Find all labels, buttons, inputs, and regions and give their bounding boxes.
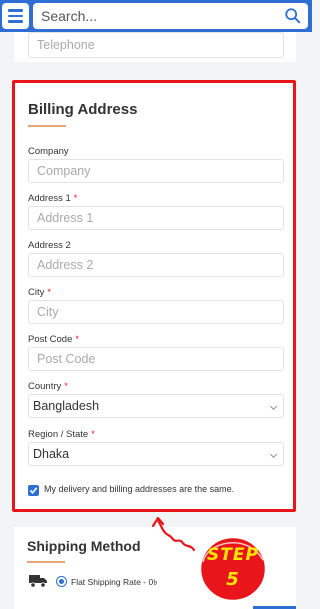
flat-shipping-radio[interactable]	[56, 576, 67, 587]
address2-field[interactable]: Address 2	[28, 253, 284, 277]
address1-placeholder: Address 1	[37, 211, 94, 225]
annotation-arrow-icon	[151, 516, 196, 552]
truck-icon	[29, 575, 47, 588]
required-mark: *	[47, 287, 51, 297]
city-field[interactable]: City	[28, 300, 284, 324]
region-select[interactable]: Dhaka	[28, 442, 284, 466]
billing-title: Billing Address	[28, 101, 138, 118]
telephone-placeholder: Telephone	[37, 38, 95, 52]
flat-shipping-label[interactable]: Flat Shipping Rate - 0৳	[71, 576, 157, 590]
search-input[interactable]: Search...	[33, 3, 308, 29]
step-badge-circle-icon	[198, 535, 268, 603]
required-mark: *	[64, 381, 68, 391]
chevron-down-icon	[269, 405, 278, 411]
step-label: STEP	[207, 545, 259, 565]
company-placeholder: Company	[37, 164, 91, 178]
company-label: Company	[28, 146, 69, 157]
city-label: City *	[28, 287, 51, 298]
address1-label: Address 1 *	[28, 193, 78, 204]
city-placeholder: City	[37, 305, 59, 319]
title-underline	[28, 125, 66, 127]
step-number: 5	[226, 569, 240, 590]
same-address-label[interactable]: My delivery and billing addresses are th…	[44, 484, 234, 494]
title-underline	[27, 561, 65, 563]
country-select[interactable]: Bangladesh	[28, 394, 284, 418]
required-mark: *	[73, 193, 78, 203]
billing-address-card: Billing Address Company Company Address …	[12, 80, 296, 512]
required-mark: *	[91, 429, 95, 439]
search-icon[interactable]	[284, 7, 302, 25]
hamburger-icon	[8, 9, 23, 12]
search-placeholder: Search...	[41, 8, 98, 24]
top-bar: Search...	[0, 0, 312, 32]
region-value: Dhaka	[33, 447, 70, 461]
country-value: Bangladesh	[33, 399, 100, 413]
telephone-field[interactable]: Telephone	[28, 32, 284, 58]
postcode-field[interactable]: Post Code	[28, 347, 284, 371]
checkmark-icon	[29, 487, 38, 494]
required-mark: *	[75, 334, 79, 344]
address1-field[interactable]: Address 1	[28, 206, 284, 230]
country-label: Country *	[28, 381, 68, 392]
postcode-placeholder: Post Code	[37, 352, 96, 366]
region-label: Region / State *	[28, 429, 95, 440]
company-field[interactable]: Company	[28, 159, 284, 183]
shipping-title: Shipping Method	[27, 538, 141, 554]
postcode-label: Post Code *	[28, 334, 79, 345]
same-address-checkbox[interactable]	[28, 485, 39, 496]
menu-button[interactable]	[2, 3, 29, 29]
chevron-down-icon	[269, 453, 278, 459]
address2-placeholder: Address 2	[37, 258, 94, 272]
step-badge: STEP 5	[197, 532, 269, 604]
address2-label: Address 2	[28, 240, 71, 251]
